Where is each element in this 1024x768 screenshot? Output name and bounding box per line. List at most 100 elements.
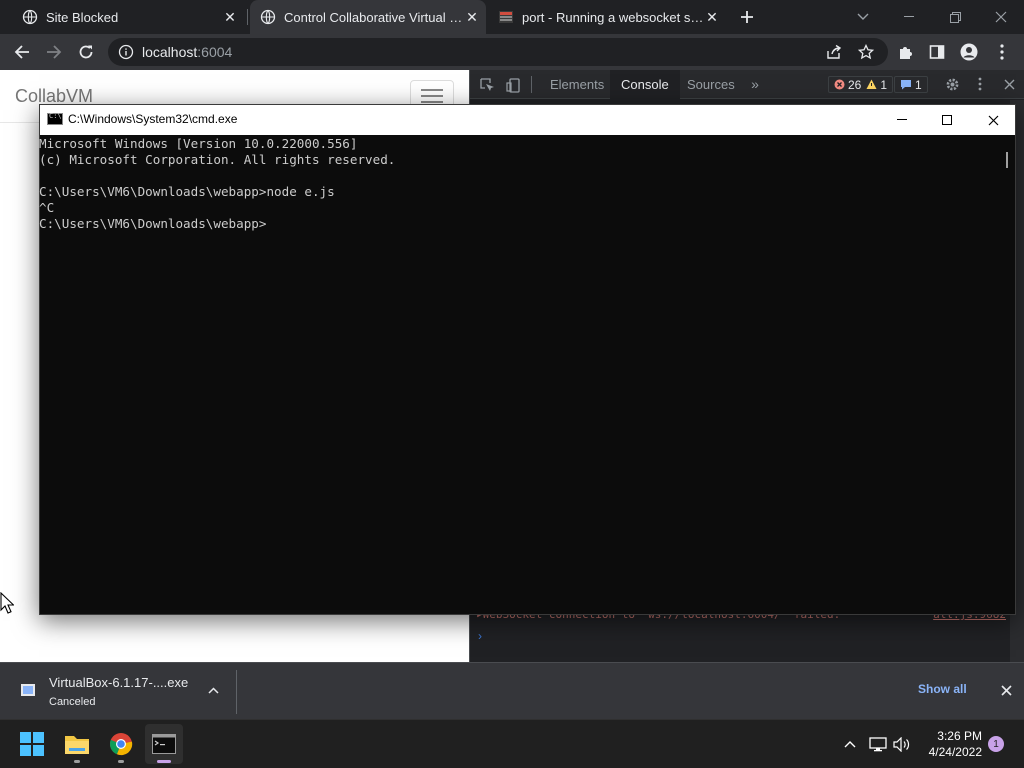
chrome-icon xyxy=(109,733,133,756)
reload-button[interactable] xyxy=(70,34,102,70)
close-shelf-button[interactable] xyxy=(996,680,1016,700)
tab-collabvm[interactable]: Control Collaborative Virtual Mac ✕ xyxy=(250,0,486,34)
kebab-menu-icon xyxy=(978,77,982,91)
tab-close-icon[interactable]: ✕ xyxy=(222,9,238,26)
devtools-menu-button[interactable] xyxy=(971,74,989,94)
network-button[interactable] xyxy=(868,735,888,753)
show-all-downloads-link[interactable]: Show all xyxy=(918,682,967,696)
console-line: ^C xyxy=(39,200,55,215)
cmd-console-output[interactable]: Microsoft Windows [Version 10.0.22000.55… xyxy=(39,136,999,614)
console-line: C:\Users\VM6\Downloads\webapp> xyxy=(39,216,267,231)
cmd-scrollbar-thumb[interactable] xyxy=(1006,152,1008,168)
download-filename[interactable]: VirtualBox-6.1.17-....exe xyxy=(49,675,188,690)
devtools-tab-console[interactable]: Console xyxy=(610,70,680,99)
download-separator xyxy=(236,670,237,714)
warning-count: 1 xyxy=(880,77,888,92)
devtools-tab-elements[interactable]: Elements xyxy=(539,70,615,99)
plus-icon xyxy=(741,11,753,23)
chevron-up-icon xyxy=(207,686,219,694)
download-status: Canceled xyxy=(49,696,96,708)
minimize-icon xyxy=(904,16,914,17)
forward-button[interactable] xyxy=(38,34,70,70)
tab-close-icon[interactable]: ✕ xyxy=(464,9,480,26)
bookmark-button[interactable] xyxy=(850,34,882,70)
new-tab-button[interactable] xyxy=(736,6,758,28)
restore-button[interactable] xyxy=(932,0,978,34)
clock-time[interactable]: 3:26 PM xyxy=(934,729,982,743)
maximize-icon xyxy=(942,115,952,125)
tab-stackoverflow[interactable]: port - Running a websocket serve ✕ xyxy=(490,0,726,34)
extensions-button[interactable] xyxy=(890,34,922,70)
stackoverflow-icon xyxy=(499,11,513,23)
folder-icon xyxy=(65,736,89,754)
hamburger-bar xyxy=(421,101,443,103)
minimize-button[interactable] xyxy=(886,0,932,34)
inspect-element-button[interactable] xyxy=(476,74,498,96)
share-button[interactable] xyxy=(818,34,850,70)
back-button[interactable] xyxy=(6,34,38,70)
notification-badge[interactable]: 1 xyxy=(988,736,1004,752)
side-panel-icon xyxy=(929,45,945,59)
cmd-minimize-button[interactable] xyxy=(879,105,925,135)
devtools-settings-button[interactable] xyxy=(942,74,962,94)
device-icon xyxy=(505,77,520,93)
share-icon xyxy=(827,44,842,59)
hamburger-bar xyxy=(421,89,443,91)
hamburger-bar xyxy=(421,95,443,97)
tab-search-button[interactable] xyxy=(840,0,886,34)
gear-icon xyxy=(946,78,958,90)
close-icon xyxy=(995,11,1007,23)
cmd-close-button[interactable] xyxy=(970,105,1016,135)
tab-title: Site Blocked xyxy=(46,9,119,25)
device-toolbar-button[interactable] xyxy=(502,74,524,96)
console-prompt[interactable]: › xyxy=(478,629,482,643)
show-hidden-icons-button[interactable] xyxy=(842,736,858,752)
cmd-maximize-button[interactable] xyxy=(924,105,970,135)
message-count: 1 xyxy=(915,77,922,92)
volume-button[interactable] xyxy=(892,735,912,753)
taskbar-chrome[interactable] xyxy=(102,724,140,764)
tab-site-blocked[interactable]: Site Blocked ✕ xyxy=(14,0,244,34)
warning-icon xyxy=(866,79,877,89)
tab-close-icon[interactable]: ✕ xyxy=(704,9,720,26)
side-panel-button[interactable] xyxy=(921,34,953,70)
start-button[interactable] xyxy=(13,724,51,764)
devtools-separator xyxy=(531,76,532,93)
error-count: 26 xyxy=(848,77,862,92)
devtools-close-button[interactable] xyxy=(999,74,1019,94)
download-options-button[interactable] xyxy=(204,680,222,700)
more-tabs-chevron-icon[interactable]: » xyxy=(746,74,764,94)
cmd-app-icon[interactable]: C:\ xyxy=(47,112,63,125)
mouse-cursor-icon xyxy=(0,592,14,614)
clock-date[interactable]: 4/24/2022 xyxy=(920,745,982,759)
inspect-icon xyxy=(479,77,494,91)
windows-logo-icon xyxy=(20,732,44,756)
installer-file-icon xyxy=(21,684,35,696)
address-bar[interactable]: localhost:6004 xyxy=(108,38,888,66)
message-icon xyxy=(901,80,911,90)
close-window-button[interactable] xyxy=(978,0,1024,34)
close-icon xyxy=(1004,79,1014,89)
star-icon xyxy=(858,44,874,60)
taskbar-command-prompt[interactable] xyxy=(145,724,183,764)
globe-icon xyxy=(22,9,38,25)
active-indicator xyxy=(157,760,171,763)
issues-badge[interactable]: 26 1 xyxy=(828,76,894,93)
messages-badge[interactable]: 1 xyxy=(894,76,928,93)
cmd-scrollbar[interactable] xyxy=(999,136,1015,614)
minimize-icon xyxy=(897,119,907,120)
chevron-up-icon xyxy=(844,740,856,747)
speaker-icon xyxy=(893,736,910,752)
console-line: (c) Microsoft Corporation. All rights re… xyxy=(39,152,396,167)
devtools-tab-sources[interactable]: Sources xyxy=(676,70,746,99)
taskbar-file-explorer[interactable] xyxy=(58,724,96,764)
close-icon xyxy=(988,115,998,125)
profile-button[interactable] xyxy=(953,34,985,70)
reload-icon xyxy=(79,45,93,59)
tab-title: port - Running a websocket serve xyxy=(522,9,704,25)
arrow-right-icon xyxy=(47,45,62,59)
info-icon xyxy=(118,44,134,60)
menu-button[interactable] xyxy=(986,34,1018,70)
kebab-menu-icon xyxy=(1000,44,1004,60)
